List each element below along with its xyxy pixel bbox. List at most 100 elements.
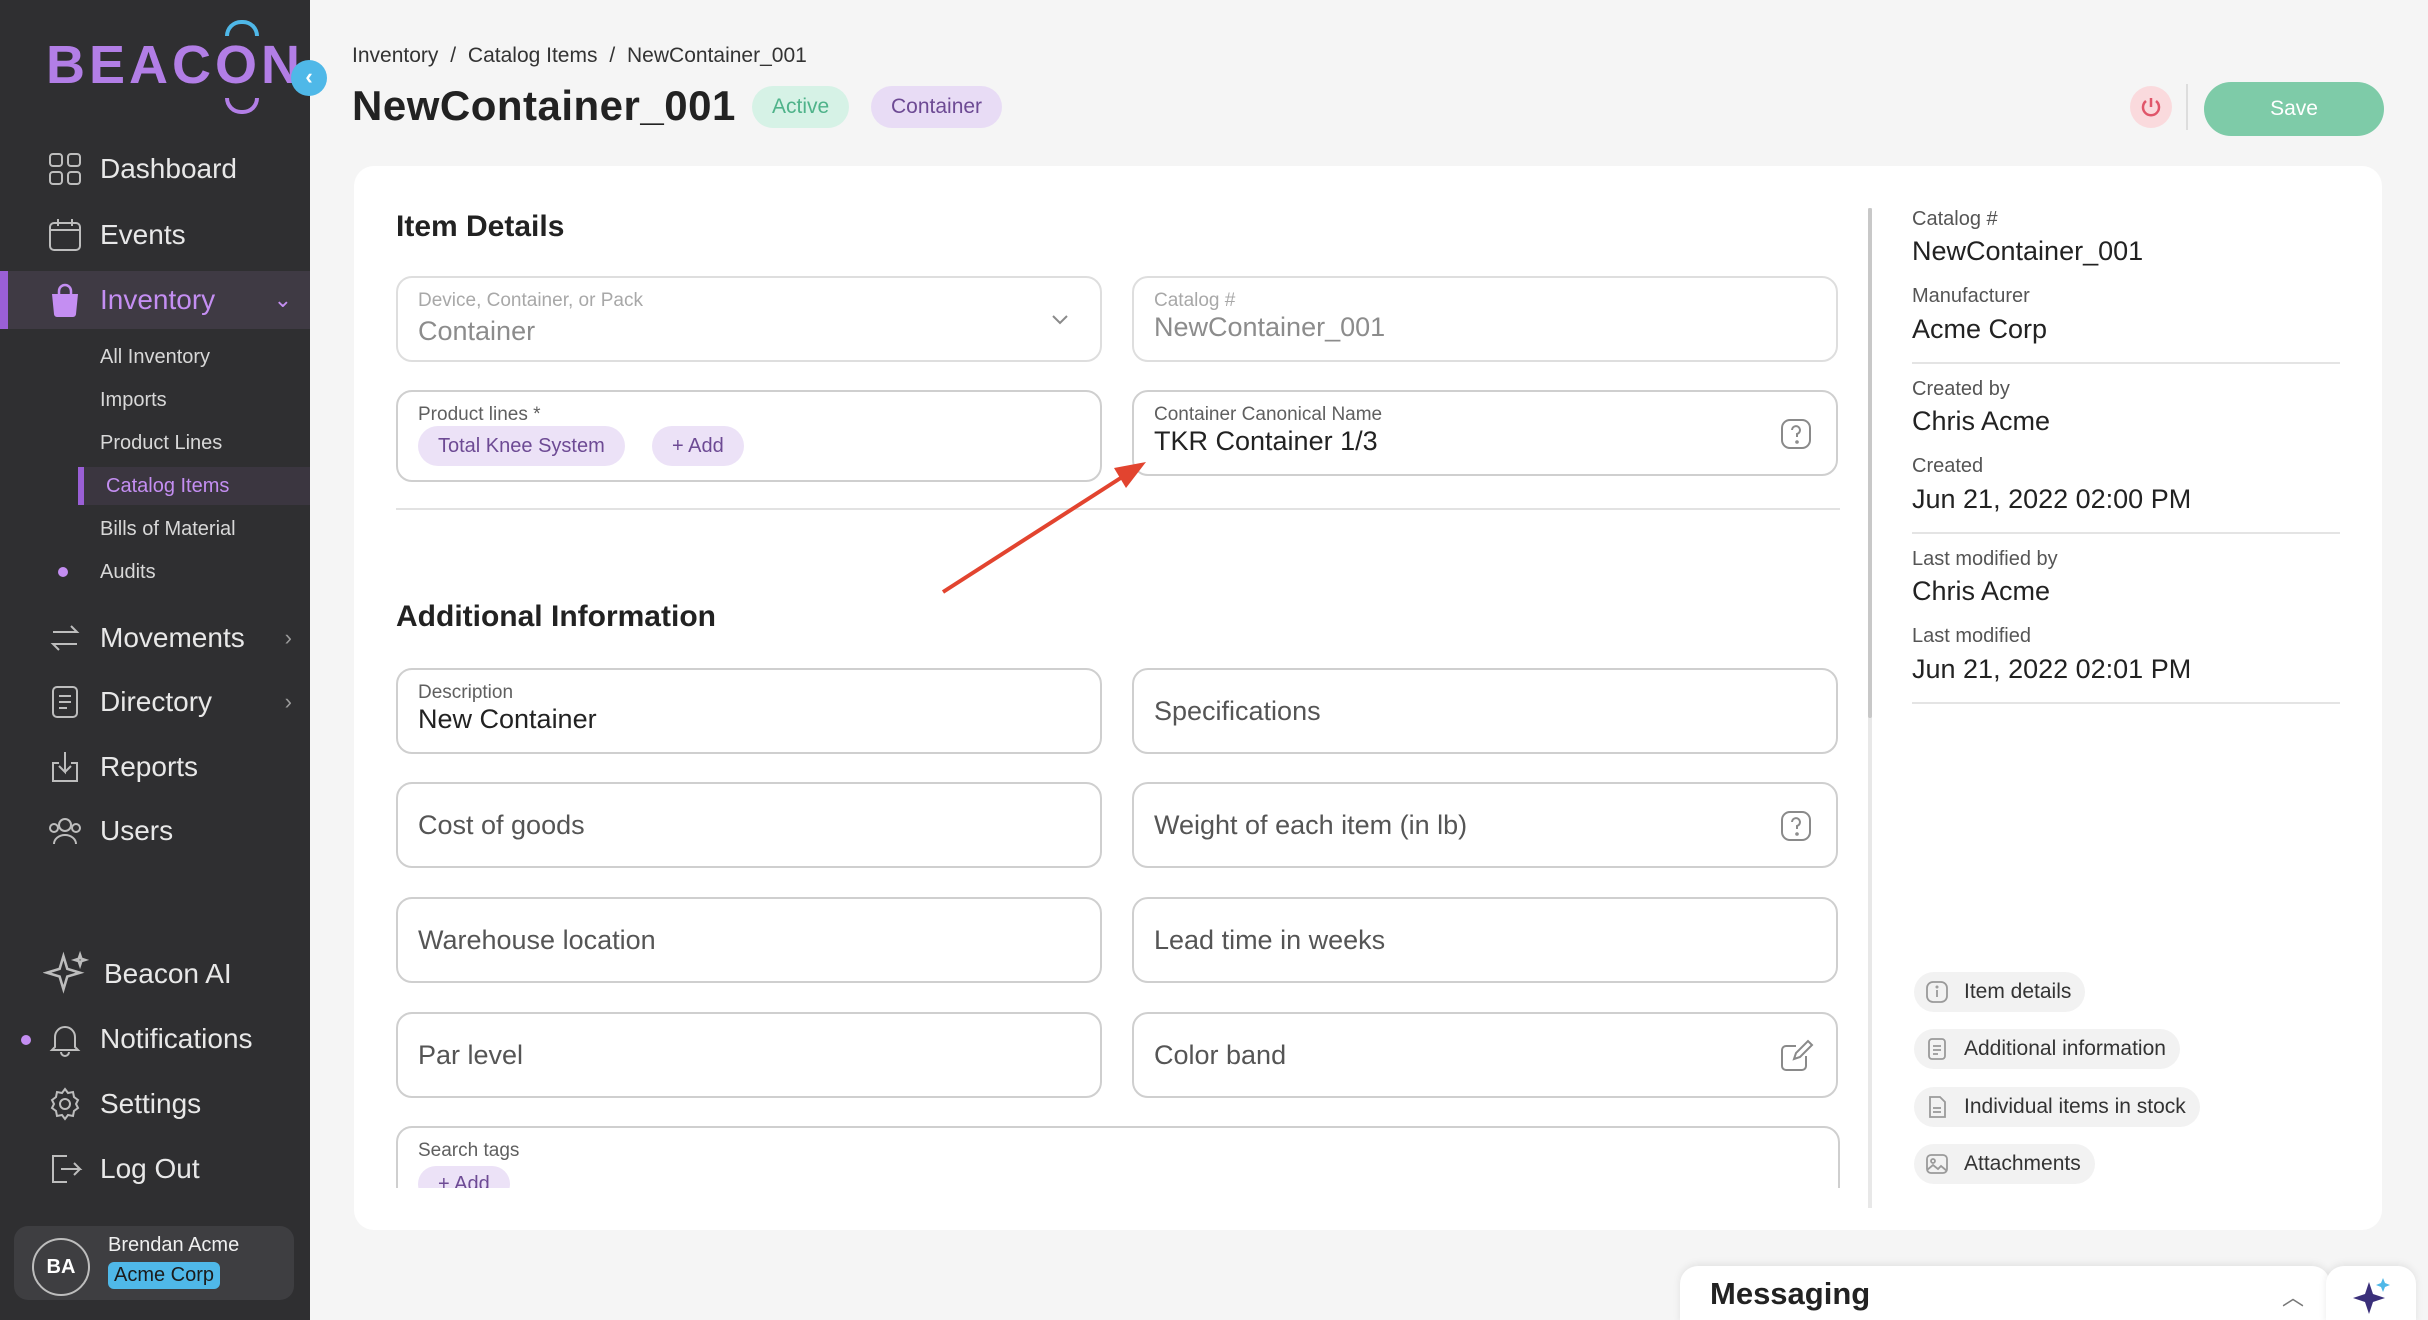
- meta-divider: [1912, 702, 2340, 704]
- sidebar-item-reports[interactable]: Reports: [0, 738, 310, 796]
- edit-icon[interactable]: [1778, 1038, 1814, 1074]
- chevron-down-icon: [1042, 302, 1078, 338]
- lead-time-field[interactable]: Lead time in weeks: [1132, 897, 1838, 983]
- meta-divider: [1912, 532, 2340, 534]
- sidebar-subitem-bills-of-material[interactable]: Bills of Material: [100, 510, 310, 548]
- sidebar-item-label: Log Out: [100, 1153, 200, 1184]
- additional-info-heading: Additional Information: [396, 600, 716, 633]
- cost-of-goods-placeholder: Cost of goods: [418, 810, 585, 840]
- bag-icon: [46, 281, 84, 319]
- beacon-logo[interactable]: BEACON: [46, 20, 304, 114]
- form-scrollbar[interactable]: [1868, 208, 1872, 1208]
- canonical-name-field[interactable]: Container Canonical Name TKR Container 1…: [1132, 390, 1838, 476]
- document-icon: [1924, 1036, 1950, 1062]
- breadcrumb-inventory[interactable]: Inventory: [352, 44, 438, 67]
- meta-catalog-label: Catalog #: [1912, 208, 1998, 230]
- chevron-right-icon: ›: [284, 625, 292, 650]
- meta-manufacturer-label: Manufacturer: [1912, 285, 2030, 307]
- specifications-field[interactable]: Specifications: [1132, 668, 1838, 754]
- sidebar-item-label: Notifications: [100, 1023, 253, 1054]
- deactivate-button[interactable]: [2130, 86, 2172, 128]
- jump-link-additional-information[interactable]: Additional information: [1914, 1029, 2180, 1069]
- description-field[interactable]: Description New Container: [396, 668, 1102, 754]
- sidebar-subitem-all-inventory[interactable]: All Inventory: [100, 338, 310, 376]
- sidebar-item-events[interactable]: Events: [0, 206, 310, 264]
- jump-link-item-details[interactable]: Item details: [1914, 972, 2086, 1012]
- breadcrumb-current: NewContainer_001: [627, 44, 807, 67]
- sidebar: BEACON ‹ Dashboard Events Inventory ⌄ Al…: [0, 0, 327, 1320]
- par-level-field[interactable]: Par level: [396, 1012, 1102, 1098]
- product-line-chip[interactable]: Total Knee System: [418, 426, 625, 466]
- power-icon: [2141, 98, 2161, 117]
- lead-time-placeholder: Lead time in weeks: [1154, 925, 1386, 955]
- catalog-number-value: NewContainer_001: [1154, 312, 1386, 342]
- sidebar-item-notifications[interactable]: Notifications: [0, 1010, 310, 1068]
- add-product-line-button[interactable]: + Add: [652, 426, 744, 466]
- chevron-up-icon[interactable]: ︿: [2282, 1280, 2304, 1312]
- description-label: Description: [418, 682, 514, 703]
- save-button[interactable]: Save: [2204, 82, 2384, 136]
- messaging-panel[interactable]: Messaging ︿: [1680, 1266, 2330, 1320]
- sidebar-item-label: Inventory: [100, 284, 216, 315]
- sidebar-item-inventory[interactable]: Inventory ⌄: [0, 271, 310, 329]
- help-icon[interactable]: [1778, 808, 1814, 844]
- meta-modified-value: Jun 21, 2022 02:01 PM: [1912, 654, 2192, 684]
- info-icon: [1924, 979, 1950, 1005]
- arrows-icon: [46, 619, 84, 657]
- sidebar-subitem-product-lines[interactable]: Product Lines: [100, 424, 310, 462]
- sidebar-item-dashboard[interactable]: Dashboard: [0, 140, 310, 198]
- sidebar-item-users[interactable]: Users: [0, 802, 310, 860]
- meta-modified-by-label: Last modified by: [1912, 548, 2058, 570]
- search-tags-field[interactable]: Search tags + Add: [396, 1126, 1840, 1188]
- catalog-number-field[interactable]: Catalog # NewContainer_001: [1132, 276, 1838, 362]
- jump-link-attachments[interactable]: Attachments: [1914, 1144, 2095, 1184]
- sparkle-icon: [42, 950, 90, 998]
- image-icon: [1924, 1151, 1950, 1177]
- sidebar-item-settings[interactable]: Settings: [0, 1075, 310, 1133]
- color-band-placeholder: Color band: [1154, 1040, 1287, 1070]
- weight-field[interactable]: Weight of each item (in lb): [1132, 782, 1838, 868]
- scrollbar-thumb[interactable]: [1868, 208, 1872, 718]
- warehouse-location-placeholder: Warehouse location: [418, 925, 656, 955]
- collapse-sidebar-button[interactable]: ‹: [291, 60, 327, 96]
- sidebar-item-label: Directory: [100, 686, 213, 717]
- sidebar-item-directory[interactable]: Directory ›: [0, 673, 310, 731]
- sidebar-item-log-out[interactable]: Log Out: [0, 1140, 310, 1198]
- cost-of-goods-field[interactable]: Cost of goods: [396, 782, 1102, 868]
- header-divider: [2186, 84, 2188, 130]
- jump-link-label: Attachments: [1964, 1152, 2081, 1175]
- sidebar-item-label: Events: [100, 219, 186, 250]
- beacon-ai-button[interactable]: [2326, 1266, 2416, 1320]
- type-select[interactable]: Device, Container, or Pack Container: [396, 276, 1102, 362]
- product-lines-field[interactable]: Product lines * Total Knee System + Add: [396, 390, 1102, 482]
- jump-link-individual-items[interactable]: Individual items in stock: [1914, 1087, 2200, 1127]
- sidebar-subitem-catalog-items[interactable]: Catalog Items: [78, 467, 310, 505]
- help-icon[interactable]: [1778, 416, 1814, 452]
- user-card[interactable]: BA Brendan Acme Acme Corp: [14, 1226, 294, 1300]
- sidebar-subitem-imports[interactable]: Imports: [100, 381, 310, 419]
- breadcrumb-catalog-items[interactable]: Catalog Items: [468, 44, 598, 67]
- grid-icon: [46, 150, 84, 188]
- meta-modified-by-value: Chris Acme: [1912, 576, 2051, 606]
- logout-icon: [46, 1150, 84, 1188]
- sidebar-subitem-audits[interactable]: Audits: [100, 553, 310, 591]
- color-band-field[interactable]: Color band: [1132, 1012, 1838, 1098]
- description-value: New Container: [418, 704, 597, 734]
- calendar-icon: [46, 216, 84, 254]
- type-select-label: Device, Container, or Pack: [418, 290, 643, 311]
- item-details-heading: Item Details: [396, 210, 565, 243]
- page-title: NewContainer_001: [352, 82, 736, 129]
- meta-catalog-value: NewContainer_001: [1912, 236, 2144, 266]
- sidebar-item-beacon-ai[interactable]: Beacon AI: [0, 945, 310, 1003]
- weight-placeholder: Weight of each item (in lb): [1154, 810, 1468, 840]
- avatar: BA: [32, 1238, 90, 1296]
- add-search-tag-button[interactable]: + Add: [418, 1166, 510, 1188]
- section-divider: [396, 508, 1840, 510]
- canonical-name-label: Container Canonical Name: [1154, 404, 1383, 425]
- sidebar-item-movements[interactable]: Movements ›: [0, 609, 310, 667]
- meta-created-by-label: Created by: [1912, 378, 2010, 400]
- breadcrumb-separator: /: [450, 44, 457, 67]
- warehouse-location-field[interactable]: Warehouse location: [396, 897, 1102, 983]
- book-icon: [46, 683, 84, 721]
- sidebar-item-label: Reports: [100, 751, 199, 782]
